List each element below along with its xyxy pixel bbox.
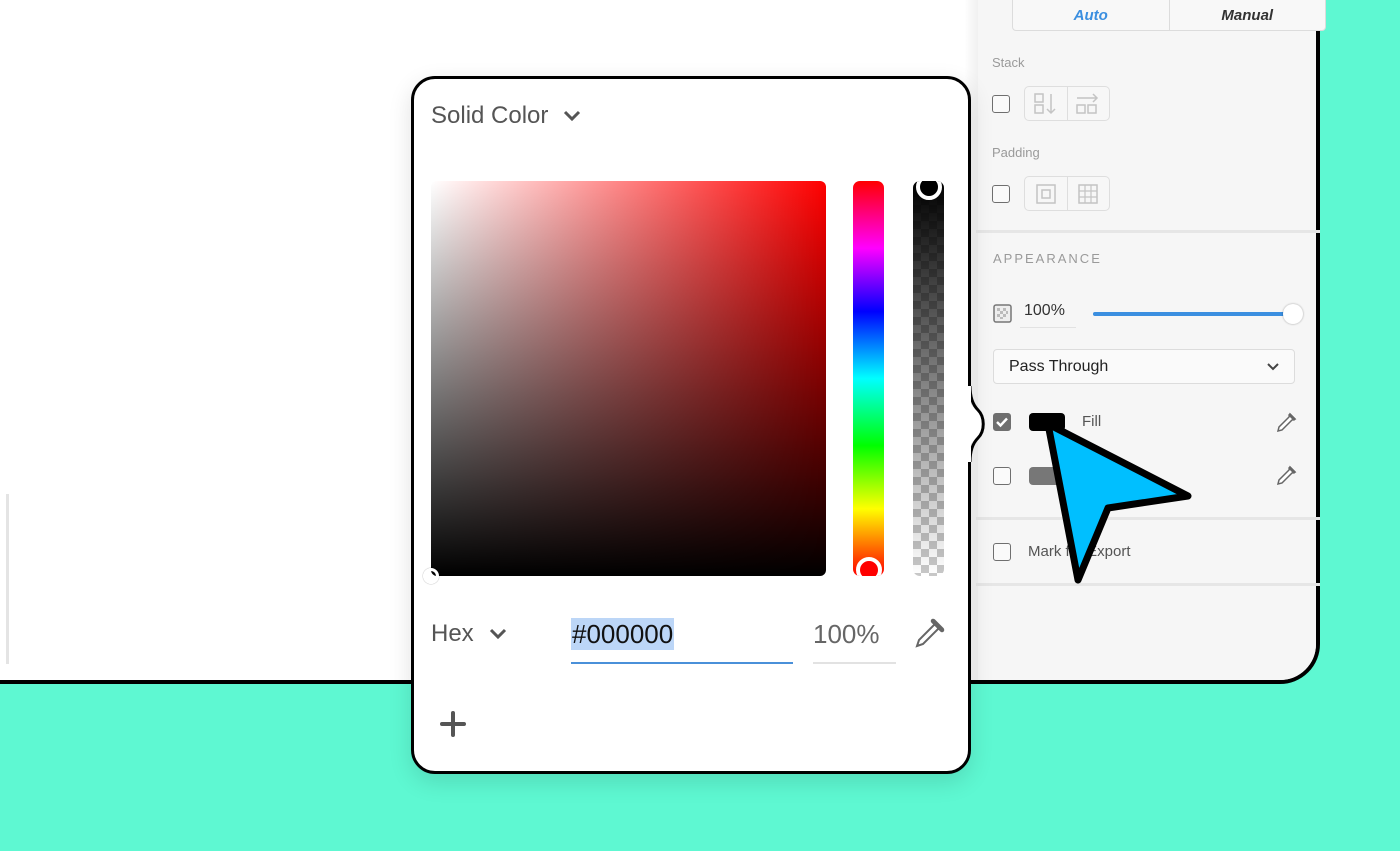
stack-checkbox[interactable] — [992, 95, 1010, 113]
artboard-edge — [6, 494, 9, 664]
add-color-button[interactable] — [437, 708, 469, 740]
chevron-down-icon — [564, 110, 581, 122]
padding-grid-icon[interactable] — [1066, 177, 1110, 210]
border-checkbox[interactable] — [993, 467, 1011, 485]
opacity-slider-thumb[interactable] — [1283, 304, 1303, 324]
opacity-slider-fill — [1093, 312, 1293, 316]
eyedropper-icon[interactable] — [1274, 464, 1298, 488]
hex-value: #000000 — [571, 618, 675, 650]
hue-slider-handle[interactable] — [855, 557, 882, 576]
checkmark-icon — [996, 417, 1008, 428]
padding-mode-group — [1024, 176, 1110, 211]
mouse-cursor-icon — [1044, 420, 1192, 584]
alpha-slider[interactable] — [913, 181, 944, 576]
blend-mode-value: Pass Through — [1009, 357, 1109, 375]
color-format-select[interactable]: Hex — [431, 620, 508, 648]
export-checkbox[interactable] — [993, 543, 1011, 561]
appearance-title: APPEARANCE — [993, 251, 1102, 266]
layout-manual-button[interactable]: Manual — [1168, 0, 1326, 30]
padding-checkbox[interactable] — [992, 185, 1010, 203]
eyedropper-icon[interactable] — [911, 616, 947, 652]
fill-type-select[interactable]: Solid Color — [431, 102, 582, 130]
eyedropper-icon[interactable] — [1274, 411, 1298, 435]
chevron-down-icon — [489, 628, 506, 640]
fill-type-value: Solid Color — [431, 102, 549, 129]
layout-mode-toggle: Auto Manual — [1012, 0, 1326, 31]
section-divider — [976, 230, 1320, 233]
saturation-brightness-picker[interactable] — [423, 181, 826, 584]
fill-checkbox[interactable] — [993, 413, 1011, 431]
stack-direction-group — [1024, 86, 1110, 121]
hue-slider[interactable] — [853, 181, 884, 576]
chevron-down-icon — [1267, 362, 1279, 370]
padding-label: Padding — [992, 145, 1040, 160]
blend-mode-select[interactable]: Pass Through — [993, 349, 1295, 384]
opacity-checker-icon — [993, 304, 1012, 323]
plus-icon — [440, 711, 466, 737]
stack-horizontal-icon[interactable] — [1066, 87, 1110, 120]
stack-label: Stack — [992, 55, 1025, 70]
saturation-brightness-handle[interactable] — [423, 568, 439, 584]
padding-uniform-icon[interactable] — [1025, 177, 1067, 210]
color-format-value: Hex — [431, 620, 474, 647]
hex-input[interactable]: #000000 — [571, 616, 793, 664]
layout-auto-button[interactable]: Auto — [1013, 0, 1169, 30]
alpha-input[interactable]: 100% — [813, 616, 896, 664]
stack-vertical-icon[interactable] — [1025, 87, 1067, 120]
opacity-slider[interactable] — [1093, 304, 1303, 324]
opacity-input[interactable]: 100% — [1020, 302, 1076, 328]
popover-arrow — [958, 386, 985, 462]
